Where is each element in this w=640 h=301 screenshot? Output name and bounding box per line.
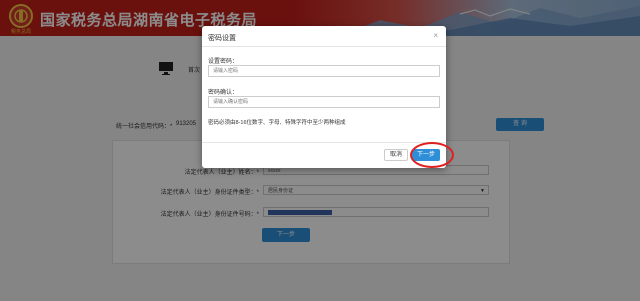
highlight-annotation	[410, 142, 454, 168]
confirm-password-label: 密码确认：	[208, 90, 239, 96]
confirm-password-input[interactable]	[208, 96, 440, 108]
password-rule-text: 密码必须由8-16位数字、字母、特殊字符中至少两种组成	[208, 120, 346, 126]
dialog-title: 密码设置	[208, 35, 236, 42]
cancel-button[interactable]: 取消	[384, 149, 408, 161]
header-divider	[202, 46, 446, 47]
close-icon[interactable]: ×	[433, 31, 438, 40]
password-label: 设置密码：	[208, 59, 239, 65]
footer-divider	[202, 142, 446, 143]
password-input[interactable]	[208, 65, 440, 77]
password-settings-dialog: 密码设置 × 设置密码： 密码确认： 密码必须由8-16位数字、字母、特殊字符中…	[202, 26, 446, 168]
